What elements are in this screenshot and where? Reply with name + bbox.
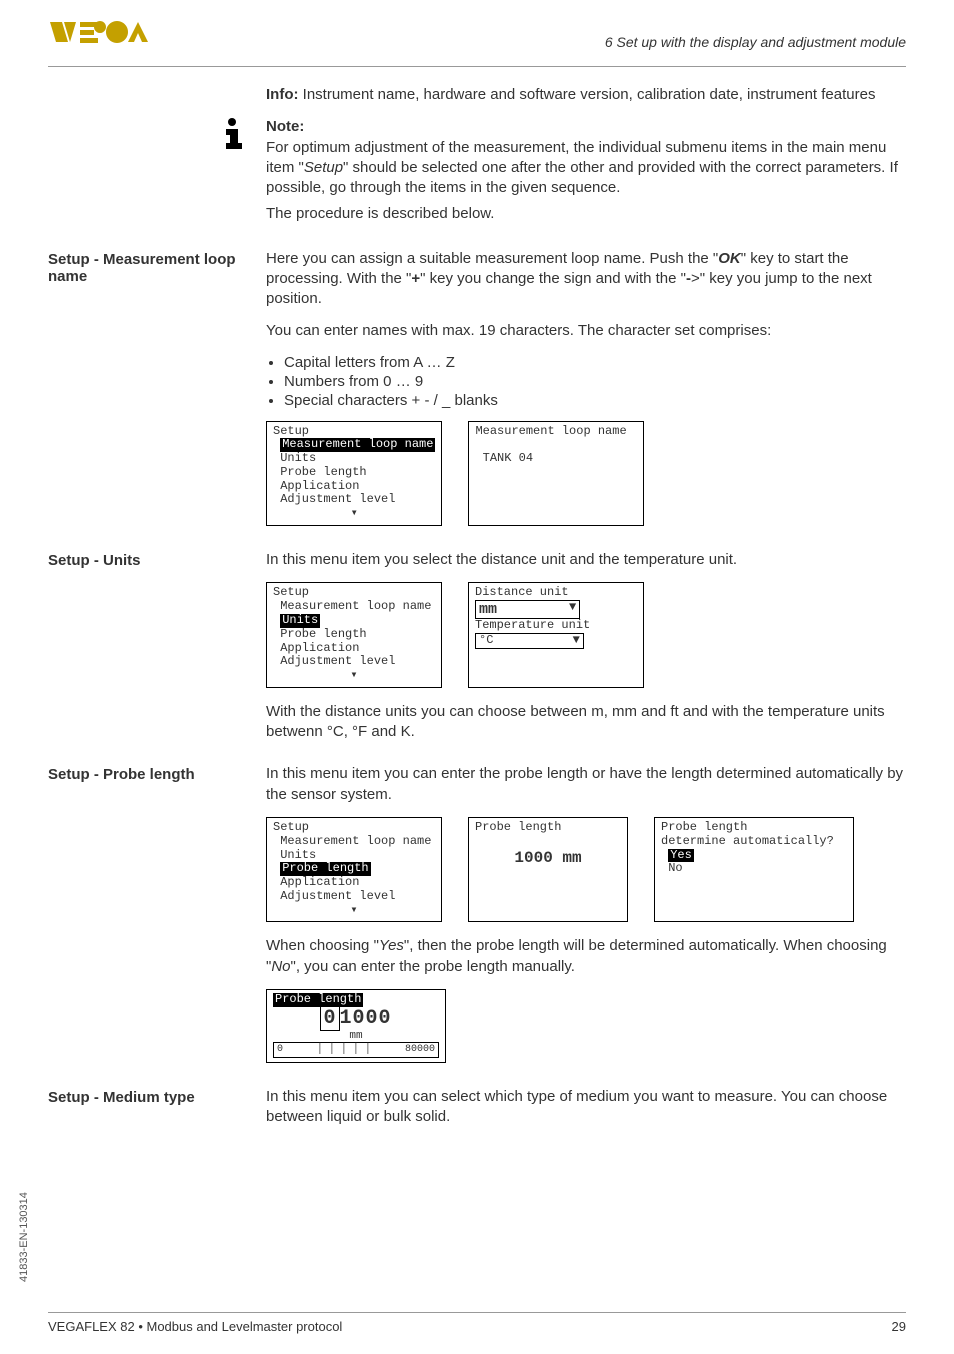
heading-units: Setup - Units <box>48 550 266 569</box>
lcd-loop-menu: Setup Measurement loop name Units Probe … <box>266 421 442 527</box>
info-text: Instrument name, hardware and software v… <box>298 86 875 103</box>
vega-logo <box>48 18 168 52</box>
info-line: Info: Instrument name, hardware and soft… <box>266 85 906 105</box>
medium-p1: In this menu item you can select which t… <box>266 1087 906 1128</box>
probe-p1: In this menu item you can enter the prob… <box>266 764 906 805</box>
loop-p2: You can enter names with max. 19 charact… <box>266 321 906 341</box>
bullet: Special characters + - / _ blanks <box>284 392 906 409</box>
lcd-probe-value: Probe length 1000 mm <box>468 817 628 923</box>
lcd-units-values: Distance unit mm▼ Temperature unit °C▼ <box>468 582 644 688</box>
lcd-probe-auto: Probe length determine automatically? Ye… <box>654 817 854 923</box>
heading-medium: Setup - Medium type <box>48 1087 266 1106</box>
heading-probe: Setup - Probe length <box>48 764 266 783</box>
loop-bullets: Capital letters from A … Z Numbers from … <box>266 354 906 409</box>
bullet: Capital letters from A … Z <box>284 354 906 371</box>
bullet: Numbers from 0 … 9 <box>284 373 906 390</box>
lcd-probe-menu: Setup Measurement loop name Units Probe … <box>266 817 442 923</box>
units-p1: In this menu item you select the distanc… <box>266 550 906 570</box>
note-title: Note: <box>266 118 304 135</box>
footer-page: 29 <box>892 1319 906 1334</box>
note-trailer: The procedure is described below. <box>266 204 906 224</box>
lcd-loop-value: Measurement loop name TANK 04 <box>468 421 644 527</box>
note-body-text: For optimum adjustment of the measuremen… <box>266 139 898 197</box>
info-icon <box>222 117 266 155</box>
probe-p2: When choosing "Yes", then the probe leng… <box>266 936 906 977</box>
doc-code: 41833-EN-130314 <box>18 1192 30 1282</box>
heading-loop-name: Setup - Measurement loop name <box>48 249 266 285</box>
footer-left: VEGAFLEX 82 • Modbus and Levelmaster pro… <box>48 1319 342 1334</box>
lcd-units-menu: Setup Measurement loop name Units Probe … <box>266 582 442 688</box>
units-p2: With the distance units you can choose b… <box>266 702 906 743</box>
lcd-probe-edit: Probe length 01000 mm 0│ │ │ │ │80000 <box>266 989 446 1063</box>
loop-p1: Here you can assign a suitable measureme… <box>266 249 906 310</box>
info-label: Info: <box>266 86 298 103</box>
header-section: 6 Set up with the display and adjustment… <box>605 34 906 50</box>
note-block: Note: For optimum adjustment of the meas… <box>266 117 906 198</box>
